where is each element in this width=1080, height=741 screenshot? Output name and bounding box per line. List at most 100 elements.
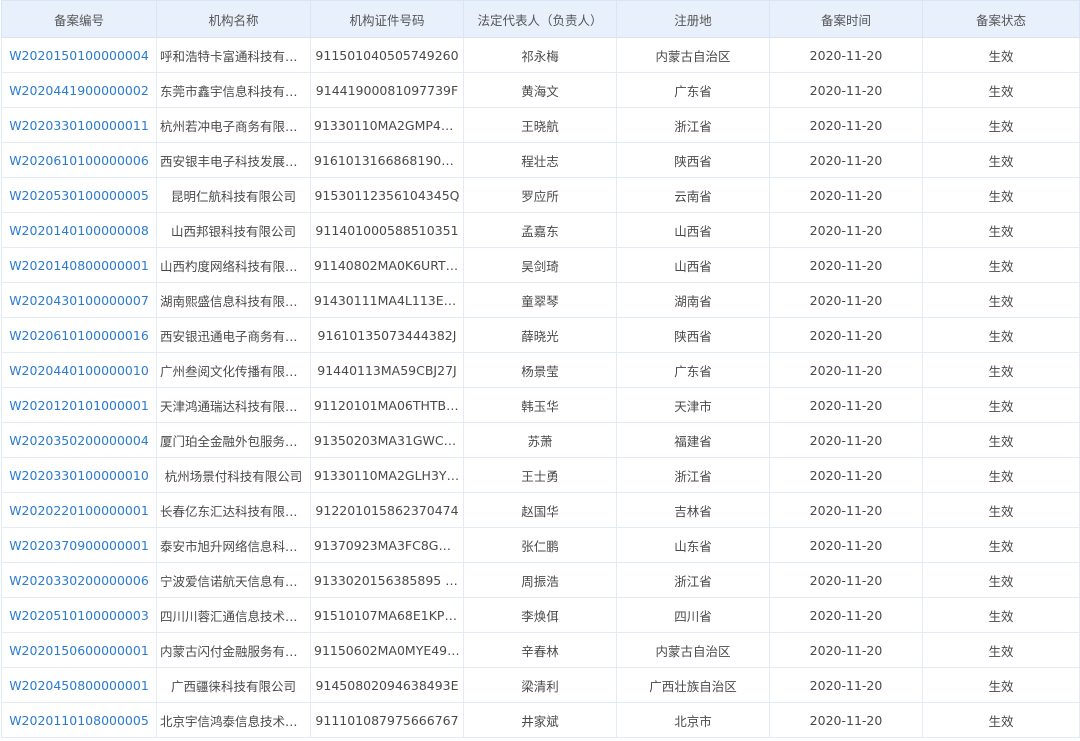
col-header-legal-rep[interactable]: 法定代表人（负责人） bbox=[463, 0, 617, 38]
org-name-cell: 广州叁阅文化传播有限公... bbox=[156, 352, 311, 388]
org-name-cell: 四川川蓉汇通信息技术有... bbox=[156, 597, 311, 633]
table-row[interactable]: W2020350200000004 厦门珀全金融外包服务有... 91350203M… bbox=[1, 422, 1080, 458]
legal-rep-cell: 孟嘉东 bbox=[463, 212, 617, 248]
record-no-link[interactable]: W2020140100000008 bbox=[9, 223, 149, 238]
record-date-cell: 2020-11-20 bbox=[769, 107, 923, 143]
table-row[interactable]: W2020110108000005 北京宇信鸿泰信息技术有... 911101087… bbox=[1, 702, 1080, 738]
record-no-link[interactable]: W2020220100000001 bbox=[9, 503, 149, 518]
col-header-record-date[interactable]: 备案时间 bbox=[769, 0, 923, 38]
status-cell: 生效 bbox=[922, 107, 1080, 143]
table-row[interactable]: W2020510100000003 四川川蓉汇通信息技术有... 91510107M… bbox=[1, 597, 1080, 633]
table-row[interactable]: W2020220100000001 长春亿东汇达科技有限责... 912201015… bbox=[1, 492, 1080, 528]
status-cell: 生效 bbox=[922, 142, 1080, 178]
table-row[interactable]: W2020140800000001 山西杓度网络科技有限公... 91140802M… bbox=[1, 247, 1080, 283]
status-cell: 生效 bbox=[922, 247, 1080, 283]
record-no-link[interactable]: W2020330100000010 bbox=[9, 468, 149, 483]
status-cell: 生效 bbox=[922, 457, 1080, 493]
status-cell: 生效 bbox=[922, 72, 1080, 108]
legal-rep-cell: 薛晓光 bbox=[463, 317, 617, 353]
region-cell: 陕西省 bbox=[616, 142, 770, 178]
region-cell: 福建省 bbox=[616, 422, 770, 458]
record-date-cell: 2020-11-20 bbox=[769, 667, 923, 703]
col-header-org-name[interactable]: 机构名称 bbox=[156, 0, 311, 38]
record-no-link[interactable]: W2020430100000007 bbox=[9, 293, 149, 308]
legal-rep-cell: 赵国华 bbox=[463, 492, 617, 528]
table-row[interactable]: W2020530100000005 昆明仁航科技有限公司 9153011235610… bbox=[1, 177, 1080, 213]
region-cell: 内蒙古自治区 bbox=[616, 632, 770, 668]
record-date-cell: 2020-11-20 bbox=[769, 597, 923, 633]
record-no-link[interactable]: W2020150600000001 bbox=[9, 643, 149, 658]
record-no-link[interactable]: W2020120101000001 bbox=[9, 398, 149, 413]
org-name-cell: 广西疆徕科技有限公司 bbox=[156, 667, 311, 703]
record-no-link[interactable]: W2020350200000004 bbox=[9, 433, 149, 448]
org-id-cell: 911401000588510351 bbox=[310, 212, 464, 248]
table-row[interactable]: W2020150600000001 内蒙古闪付金融服务有限... 91150602M… bbox=[1, 632, 1080, 668]
org-id-cell: 91120101MA06THTB1Y bbox=[310, 387, 464, 423]
record-no-link[interactable]: W2020330100000011 bbox=[9, 118, 149, 133]
status-cell: 生效 bbox=[922, 37, 1080, 73]
org-id-cell: 91370923MA3FC8GG6E bbox=[310, 527, 464, 563]
record-no-link[interactable]: W2020610100000016 bbox=[9, 328, 149, 343]
table-row[interactable]: W2020430100000007 湖南熙盛信息科技有限公... 91430111M… bbox=[1, 282, 1080, 318]
record-no-link[interactable]: W2020150100000004 bbox=[9, 48, 149, 63]
record-no-link[interactable]: W2020441900000002 bbox=[9, 83, 149, 98]
legal-rep-cell: 张仁鹏 bbox=[463, 527, 617, 563]
region-cell: 天津市 bbox=[616, 387, 770, 423]
org-name-cell: 呼和浩特卡富通科技有限... bbox=[156, 37, 311, 73]
record-date-cell: 2020-11-20 bbox=[769, 492, 923, 528]
table-row[interactable]: W2020610100000006 西安银丰电子科技发展有... 916101316… bbox=[1, 142, 1080, 178]
record-no-link[interactable]: W2020140800000001 bbox=[9, 258, 149, 273]
region-cell: 湖南省 bbox=[616, 282, 770, 318]
org-name-cell: 昆明仁航科技有限公司 bbox=[156, 177, 311, 213]
record-no-cell: W2020510100000003 bbox=[1, 597, 157, 633]
table-row[interactable]: W2020140100000008 山西邦银科技有限公司 9114010005885… bbox=[1, 212, 1080, 248]
record-no-link[interactable]: W2020610100000006 bbox=[9, 153, 149, 168]
table-row[interactable]: W2020150100000004 呼和浩特卡富通科技有限... 911501040… bbox=[1, 37, 1080, 73]
org-id-cell: 9133020156385895 9X bbox=[310, 562, 464, 598]
col-header-region[interactable]: 注册地 bbox=[616, 0, 770, 38]
record-no-cell: W2020330100000011 bbox=[1, 107, 157, 143]
table-row[interactable]: W2020440100000010 广州叁阅文化传播有限公... 91440113M… bbox=[1, 352, 1080, 388]
record-no-link[interactable]: W2020530100000005 bbox=[9, 188, 149, 203]
org-id-cell: 91440113MA59CBJ27J bbox=[310, 352, 464, 388]
record-no-cell: W2020430100000007 bbox=[1, 282, 157, 318]
status-cell: 生效 bbox=[922, 667, 1080, 703]
record-no-link[interactable]: W2020440100000010 bbox=[9, 363, 149, 378]
table-row[interactable]: W2020330100000010 杭州场景付科技有限公司 91330110MA2G… bbox=[1, 457, 1080, 493]
col-header-record-no[interactable]: 备案编号 bbox=[1, 0, 157, 38]
record-date-cell: 2020-11-20 bbox=[769, 247, 923, 283]
legal-rep-cell: 苏萧 bbox=[463, 422, 617, 458]
record-no-link[interactable]: W2020330200000006 bbox=[9, 573, 149, 588]
table-row[interactable]: W2020330200000006 宁波爱信诺航天信息有限... 913302015… bbox=[1, 562, 1080, 598]
record-date-cell: 2020-11-20 bbox=[769, 212, 923, 248]
status-cell: 生效 bbox=[922, 177, 1080, 213]
record-date-cell: 2020-11-20 bbox=[769, 632, 923, 668]
record-no-cell: W2020120101000001 bbox=[1, 387, 157, 423]
record-no-link[interactable]: W2020370900000001 bbox=[9, 538, 149, 553]
col-header-status[interactable]: 备案状态 bbox=[922, 0, 1080, 38]
record-no-cell: W2020220100000001 bbox=[1, 492, 157, 528]
org-name-cell: 内蒙古闪付金融服务有限... bbox=[156, 632, 311, 668]
record-no-cell: W2020330200000006 bbox=[1, 562, 157, 598]
record-no-link[interactable]: W2020450800000001 bbox=[9, 678, 149, 693]
table-row[interactable]: W2020370900000001 泰安市旭升网络信息科技... 91370923M… bbox=[1, 527, 1080, 563]
record-no-link[interactable]: W2020510100000003 bbox=[9, 608, 149, 623]
table-row[interactable]: W2020450800000001 广西疆徕科技有限公司 9145080209463… bbox=[1, 667, 1080, 703]
table-row[interactable]: W2020441900000002 东莞市鑫宇信息科技有限... 914419000… bbox=[1, 72, 1080, 108]
region-cell: 广东省 bbox=[616, 72, 770, 108]
record-no-cell: W2020450800000001 bbox=[1, 667, 157, 703]
record-date-cell: 2020-11-20 bbox=[769, 72, 923, 108]
org-name-cell: 山西邦银科技有限公司 bbox=[156, 212, 311, 248]
record-table-container: 备案编号 机构名称 机构证件号码 法定代表人（负责人） 注册地 备案时间 备案状… bbox=[1, 0, 1080, 738]
record-no-cell: W2020370900000001 bbox=[1, 527, 157, 563]
org-id-cell: 91140802MA0K6URT9B bbox=[310, 247, 464, 283]
table-row[interactable]: W2020330100000011 杭州若冲电子商务有限公... 91330110M… bbox=[1, 107, 1080, 143]
table-row[interactable]: W2020610100000016 西安银迅通电子商务有限... 916101350… bbox=[1, 317, 1080, 353]
col-header-org-id[interactable]: 机构证件号码 bbox=[310, 0, 464, 38]
record-no-cell: W2020140800000001 bbox=[1, 247, 157, 283]
org-id-cell: 91150602MA0MYE49XB bbox=[310, 632, 464, 668]
table-row[interactable]: W2020120101000001 天津鸿通瑞达科技有限公... 91120101M… bbox=[1, 387, 1080, 423]
record-date-cell: 2020-11-20 bbox=[769, 387, 923, 423]
legal-rep-cell: 梁清利 bbox=[463, 667, 617, 703]
record-no-link[interactable]: W2020110108000005 bbox=[9, 713, 149, 728]
